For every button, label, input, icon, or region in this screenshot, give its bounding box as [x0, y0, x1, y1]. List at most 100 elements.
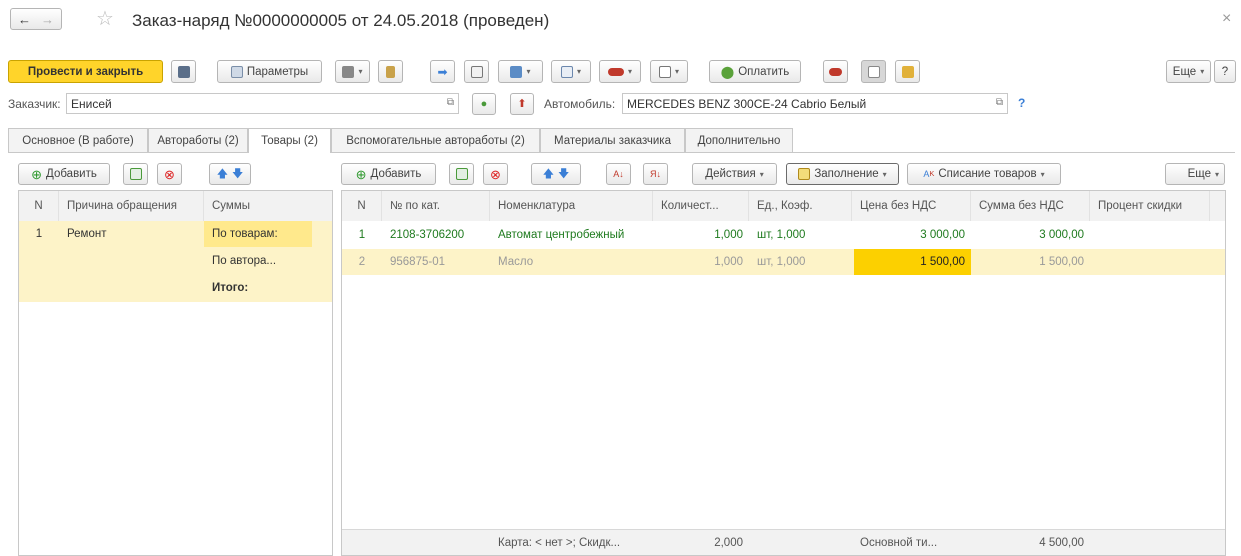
car-menu-button[interactable]: ▾ [599, 60, 641, 83]
arrow-right-icon: ➡ [437, 64, 448, 79]
help-button[interactable]: ? [1214, 60, 1236, 83]
parameters-button[interactable]: Параметры [217, 60, 322, 83]
fill-button[interactable]: Заполнение ▾ [786, 163, 899, 185]
row-nomenclature: Автомат центробежный [498, 229, 625, 241]
chart-icon [658, 65, 671, 78]
chat-icon: ● [480, 97, 488, 110]
actions-button[interactable]: Действия ▾ [692, 163, 777, 185]
write-off-label: Списание товаров [938, 168, 1037, 180]
customer-info-button[interactable]: ● [472, 93, 496, 115]
tab-additional[interactable]: Дополнительно [685, 128, 793, 152]
more-label: Еще [1172, 65, 1197, 78]
open-icon[interactable]: ⧉ [996, 98, 1003, 108]
col-header-reason[interactable]: Причина обращения [59, 191, 204, 221]
row-discount [1090, 221, 1210, 249]
row-sum: 3 000,00 [1039, 229, 1084, 241]
tab-main[interactable]: Основное (В работе) [8, 128, 148, 152]
col-header-n[interactable]: N [342, 191, 382, 221]
upload-button[interactable]: ⬆ [510, 93, 534, 115]
left-delete-button[interactable]: ⊗ [157, 163, 182, 185]
col-header-n[interactable]: N [19, 191, 59, 221]
col-header-sums[interactable]: Суммы [204, 191, 332, 221]
row-price-active-cell[interactable]: 1 500,00 [854, 249, 971, 275]
add-icon: ⊕ [31, 166, 43, 182]
copy-row-icon [129, 168, 142, 180]
right-add-button[interactable]: ⊕ Добавить [341, 163, 436, 185]
structure-button[interactable] [378, 60, 403, 83]
sort-desc-button[interactable]: Я↓ [643, 163, 668, 185]
create-button[interactable]: ▾ [551, 60, 591, 83]
save-button[interactable] [171, 60, 196, 83]
footer-price-type: Основной ти... [860, 537, 938, 549]
col-header-nomenclature[interactable]: Номенклатура [490, 191, 653, 221]
row-reason: Ремонт [67, 228, 107, 240]
row-unit: шт, 1,000 [757, 229, 806, 241]
col-header-catalog-no[interactable]: № по кат. [382, 191, 490, 221]
pay-button[interactable]: ⬤ Оплатить [709, 60, 801, 83]
table-row[interactable]: 2 956875-01 Масло 1,000 шт, 1,000 1 500,… [342, 249, 1225, 275]
row-catalog-no: 956875-01 [390, 256, 445, 268]
table-row[interactable]: 1 Ремонт По товарам: По автора... Итого: [19, 221, 332, 302]
col-header-unit[interactable]: Ед., Коэф. [749, 191, 852, 221]
row-quantity: 1,000 [714, 229, 743, 241]
car-field[interactable]: MERCEDES BENZ 300CE-24 Cabrio Белый ⧉ [622, 93, 1008, 114]
delete-icon: ⊗ [490, 166, 501, 182]
post-and-close-button[interactable]: Провести и закрыть [8, 60, 163, 83]
move-up-icon[interactable]: 🡅 [217, 168, 228, 180]
left-copy-button[interactable] [123, 163, 148, 185]
copy-button[interactable] [861, 60, 886, 83]
sum-total-label: Итого: [212, 281, 249, 294]
reasons-table: N Причина обращения Суммы 1 Ремонт По то… [18, 190, 333, 556]
write-off-button[interactable]: AK Списание товаров ▾ [907, 163, 1061, 185]
right-delete-button[interactable]: ⊗ [483, 163, 508, 185]
fill-label: Заполнение [814, 168, 879, 180]
favorite-star-icon[interactable]: ☆ [96, 9, 114, 29]
close-icon[interactable]: × [1222, 10, 1231, 28]
col-header-quantity[interactable]: Количест... [653, 191, 749, 221]
document-icon [230, 65, 243, 78]
car-button[interactable] [823, 60, 848, 83]
left-add-label: Добавить [46, 168, 97, 180]
actions-label: Действия [705, 168, 756, 180]
col-header-price[interactable]: Цена без НДС [852, 191, 971, 221]
footer-card: Карта: < нет >; Скидк... [498, 537, 621, 549]
nav-buttons: ← → [10, 8, 62, 30]
open-icon[interactable]: ⧉ [447, 98, 454, 108]
col-header-discount[interactable]: Процент скидки [1090, 191, 1210, 221]
back-arrow-icon[interactable]: ← [18, 13, 31, 26]
row-sum: 1 500,00 [1039, 256, 1084, 268]
tab-goods[interactable]: Товары (2) [248, 128, 331, 153]
tab-autoworks[interactable]: Автоработы (2) [148, 128, 248, 152]
col-header-sum[interactable]: Сумма без НДС [971, 191, 1090, 221]
forward-arrow-icon[interactable]: → [41, 13, 54, 26]
more-button[interactable]: Еще ▾ [1166, 60, 1211, 83]
customer-field[interactable]: Енисей ⧉ [66, 93, 459, 114]
print-button[interactable]: ▾ [335, 60, 370, 83]
tabs-baseline [8, 152, 1235, 153]
report-button[interactable] [464, 60, 489, 83]
row-quantity: 1,000 [714, 256, 743, 268]
related-docs-button[interactable]: ▾ [498, 60, 543, 83]
reports-menu-button[interactable]: ▾ [650, 60, 688, 83]
sort-asc-button[interactable]: A↓ [606, 163, 631, 185]
table-row[interactable]: 1 2108-3706200 Автомат центробежный 1,00… [342, 221, 1225, 249]
move-down-icon[interactable]: 🡇 [232, 168, 243, 180]
pay-label: Оплатить [738, 65, 790, 78]
row-discount [1090, 249, 1210, 275]
left-add-button[interactable]: ⊕ Добавить [18, 163, 110, 185]
left-move-buttons[interactable]: 🡅 🡇 [209, 163, 251, 185]
car-help-icon[interactable]: ? [1018, 96, 1025, 110]
lock-button[interactable] [895, 60, 920, 83]
move-down-icon[interactable]: 🡇 [558, 168, 569, 180]
right-move-buttons[interactable]: 🡅 🡇 [531, 163, 581, 185]
move-up-icon[interactable]: 🡅 [543, 168, 554, 180]
row-n: 1 [35, 228, 43, 240]
based-on-button[interactable]: ➡ [430, 60, 455, 83]
tab-aux-autoworks[interactable]: Вспомогательные автоработы (2) [331, 128, 540, 152]
parameters-label: Параметры [246, 65, 309, 78]
tab-customer-materials[interactable]: Материалы заказчика [540, 128, 685, 152]
sort-descending-icon: Я↓ [650, 168, 661, 179]
right-more-label: Еще [1187, 168, 1211, 180]
right-copy-button[interactable] [449, 163, 474, 185]
right-more-button[interactable]: Еще ▾ [1165, 163, 1225, 185]
